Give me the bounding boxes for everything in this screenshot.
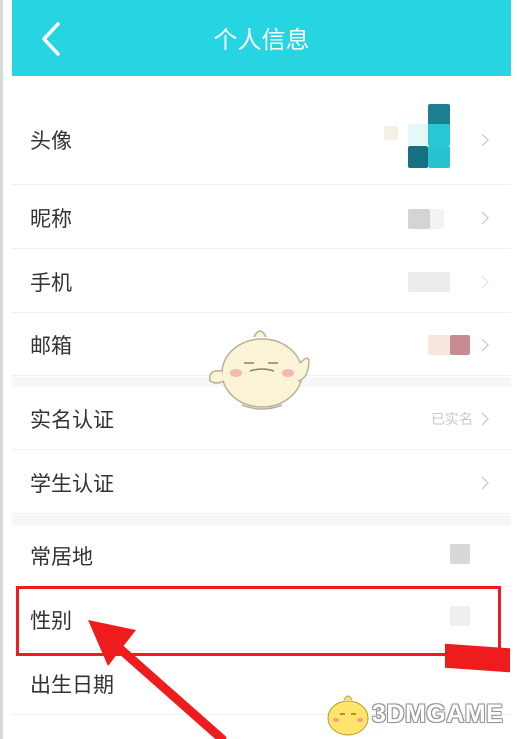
watermark-mascot-icon bbox=[327, 695, 369, 736]
watermark: 3DMGAME bbox=[320, 690, 510, 738]
watermark-text: 3DMGAME bbox=[372, 700, 504, 728]
mascot-icon bbox=[209, 330, 310, 410]
